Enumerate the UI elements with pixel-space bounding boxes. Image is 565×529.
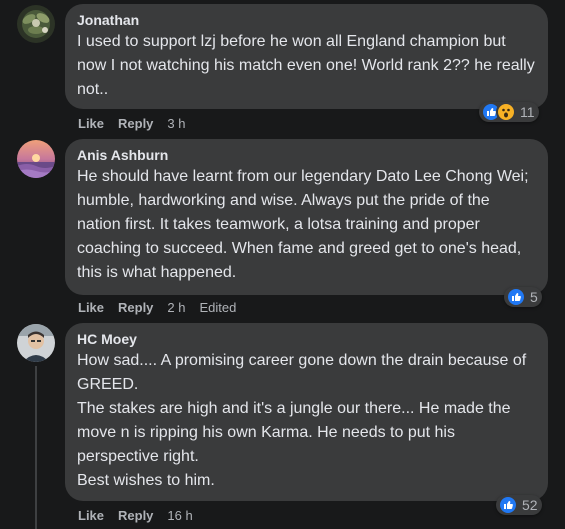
comment-actions: Like Reply 16 h <box>78 508 207 524</box>
comment-feed: Jonathan I used to support lzj before he… <box>0 0 565 529</box>
comment-text-line: He should have learnt from our legendary… <box>77 168 529 281</box>
like-button[interactable]: Like <box>78 116 104 132</box>
comment-bubble: HC Moey How sad.... A promising career g… <box>65 323 548 501</box>
comment-bubble: Anis Ashburn He should have learnt from … <box>65 139 548 295</box>
comment-timestamp[interactable]: 3 h <box>167 116 185 132</box>
reactions-badge[interactable]: 5 <box>504 287 542 307</box>
comment-text-line: I used to support lzj before he won all … <box>77 33 535 98</box>
avatar[interactable] <box>17 324 55 362</box>
comment-text-line: Best wishes to him. <box>77 472 215 489</box>
comment-actions: Like Reply 3 h <box>78 116 200 132</box>
reactions-badge[interactable]: 52 <box>496 495 542 515</box>
avatar[interactable] <box>17 140 55 178</box>
comment-actions: Like Reply 2 h Edited <box>78 300 250 316</box>
like-button[interactable]: Like <box>78 508 104 524</box>
reaction-count: 11 <box>520 104 535 120</box>
comment-author[interactable]: Anis Ashburn <box>77 146 536 164</box>
avatar-image-plant <box>17 5 55 43</box>
edited-label[interactable]: Edited <box>200 300 237 316</box>
reactions-badge[interactable]: 11 <box>479 102 539 122</box>
like-icon <box>506 287 526 307</box>
reaction-count: 5 <box>530 289 538 305</box>
comment-text: He should have learnt from our legendary… <box>77 165 536 285</box>
comment-text: I used to support lzj before he won all … <box>77 30 536 102</box>
comment-timestamp[interactable]: 2 h <box>167 300 185 316</box>
reply-button[interactable]: Reply <box>118 116 153 132</box>
comment-text-line: The stakes are high and it's a jungle ou… <box>77 400 511 465</box>
avatar[interactable] <box>17 5 55 43</box>
comment-author[interactable]: Jonathan <box>77 11 536 29</box>
comment-text: How sad.... A promising career gone down… <box>77 349 536 493</box>
comment-text-line: How sad.... A promising career gone down… <box>77 352 527 393</box>
comment-bubble: Jonathan I used to support lzj before he… <box>65 4 548 109</box>
like-button[interactable]: Like <box>78 300 104 316</box>
reply-button[interactable]: Reply <box>118 300 153 316</box>
like-icon <box>498 495 518 515</box>
comment-timestamp[interactable]: 16 h <box>167 508 192 524</box>
reply-button[interactable]: Reply <box>118 508 153 524</box>
comment-author[interactable]: HC Moey <box>77 330 536 348</box>
avatar-image-sunset <box>17 140 55 178</box>
wow-icon <box>496 102 516 122</box>
thread-line <box>35 366 37 529</box>
avatar-image-person <box>17 324 55 362</box>
reaction-count: 52 <box>522 497 538 513</box>
